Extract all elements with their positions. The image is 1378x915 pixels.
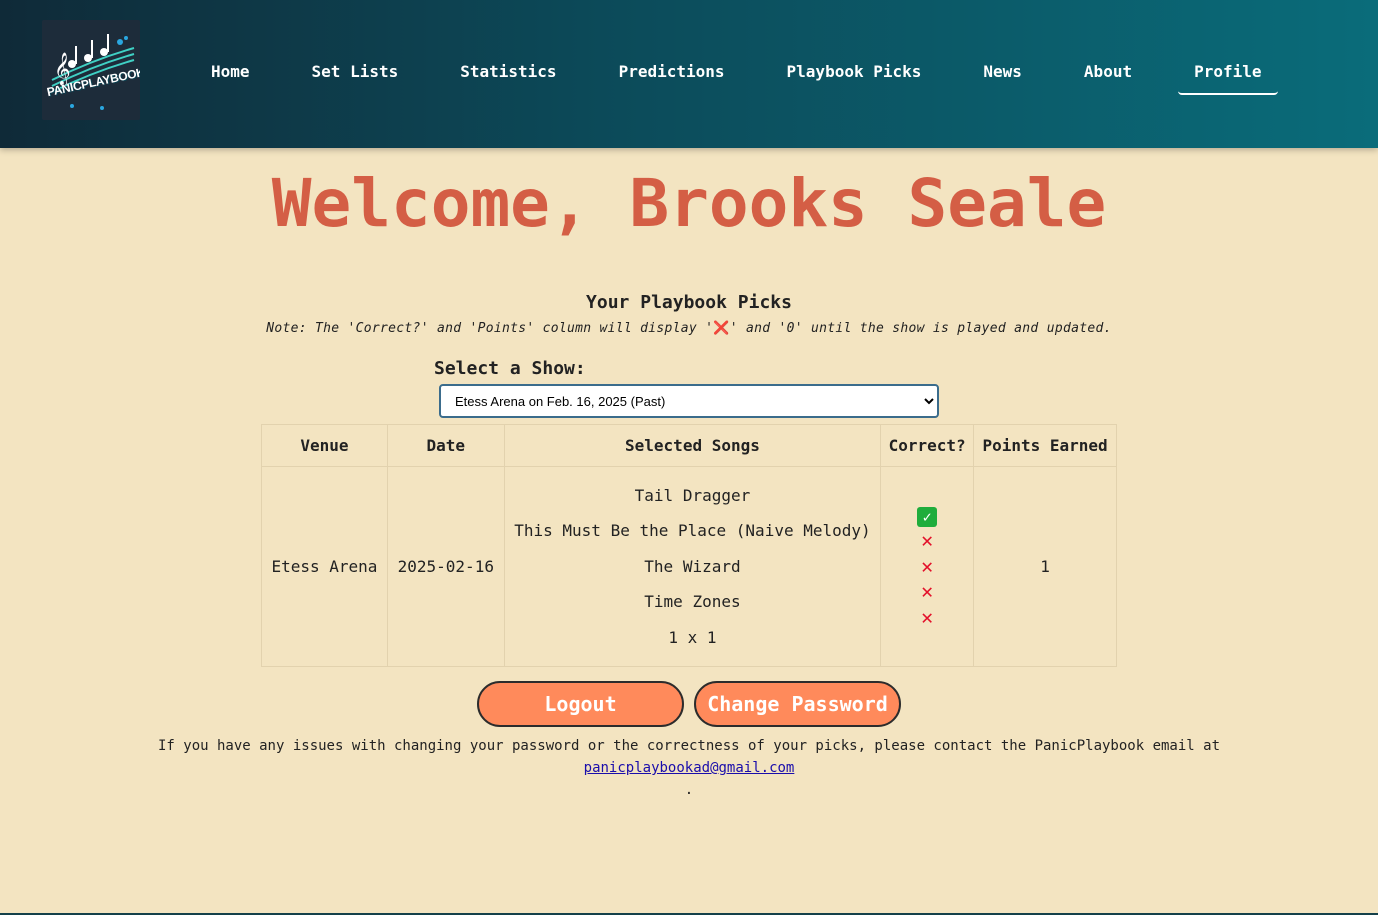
- header-date: Date: [386, 424, 505, 467]
- cell-venue: Etess Arena: [261, 466, 388, 667]
- header-venue: Venue: [261, 424, 388, 467]
- cell-points: 1: [973, 466, 1117, 667]
- cell-songs: Tail Dragger This Must Be the Place (Nai…: [503, 466, 882, 667]
- cell-date: 2025-02-16: [386, 466, 505, 667]
- support-email-link[interactable]: panicplaybookad@gmail.com: [584, 760, 795, 776]
- note-x-icon: ❌: [713, 321, 730, 336]
- nav-news[interactable]: News: [967, 50, 1038, 95]
- note-prefix: Note: The 'Correct?' and 'Points' column…: [266, 321, 714, 336]
- header-points-earned: Points Earned: [973, 424, 1117, 467]
- cross-icon: ✕: [921, 553, 934, 578]
- cross-icon: ✕: [921, 604, 934, 629]
- support-trailing: .: [684, 782, 694, 798]
- picks-title: Your Playbook Picks: [586, 292, 792, 313]
- site-header: 𝄞 PANICPLAYBOOK Home Set Lists Statistic…: [0, 0, 1378, 148]
- nav-statistics[interactable]: Statistics: [444, 50, 572, 95]
- welcome-heading: Welcome, Brooks Seale: [271, 165, 1107, 242]
- picks-table: Venue Date Selected Songs Correct? Point…: [261, 424, 1117, 667]
- support-message: If you have any issues with changing you…: [0, 735, 1378, 801]
- nav-profile[interactable]: Profile: [1178, 50, 1278, 95]
- main-nav: Home Set Lists Statistics Predictions Pl…: [195, 50, 1308, 95]
- song-item: Tail Dragger: [634, 485, 751, 505]
- song-item: This Must Be the Place (Naive Melody): [514, 521, 871, 541]
- panicplaybook-logo[interactable]: 𝄞 PANICPLAYBOOK: [42, 20, 140, 120]
- song-item: The Wizard: [644, 556, 741, 576]
- nav-about[interactable]: About: [1068, 50, 1148, 95]
- show-select[interactable]: Etess Arena on Feb. 16, 2025 (Past): [439, 384, 939, 418]
- song-item: Time Zones: [644, 592, 741, 612]
- support-text: If you have any issues with changing you…: [157, 738, 1221, 754]
- nav-set-lists[interactable]: Set Lists: [296, 50, 415, 95]
- correct-mark-wrap: ✓: [882, 503, 972, 529]
- check-icon: ✓: [917, 506, 938, 527]
- picks-note: Note: The 'Correct?' and 'Points' column…: [0, 321, 1378, 336]
- table-row: Etess Arena 2025-02-16 Tail Dragger This…: [261, 466, 1117, 667]
- note-suffix: ' and '0' until the show is played and u…: [729, 321, 1112, 336]
- nav-predictions[interactable]: Predictions: [603, 50, 741, 95]
- cross-icon: ✕: [921, 528, 934, 553]
- select-show-label: Select a Show:: [434, 358, 586, 379]
- header-selected-songs: Selected Songs: [503, 424, 882, 467]
- table-header-row: Venue Date Selected Songs Correct? Point…: [261, 424, 1117, 467]
- change-password-button[interactable]: Change Password: [694, 681, 901, 727]
- cross-icon: ✕: [921, 579, 934, 604]
- song-item: 1 x 1: [668, 627, 717, 647]
- header-correct: Correct?: [880, 424, 975, 467]
- nav-home[interactable]: Home: [195, 50, 266, 95]
- nav-playbook-picks[interactable]: Playbook Picks: [771, 50, 938, 95]
- cell-correct: ✓ ✕ ✕ ✕ ✕: [880, 466, 975, 667]
- logout-button[interactable]: Logout: [477, 681, 684, 727]
